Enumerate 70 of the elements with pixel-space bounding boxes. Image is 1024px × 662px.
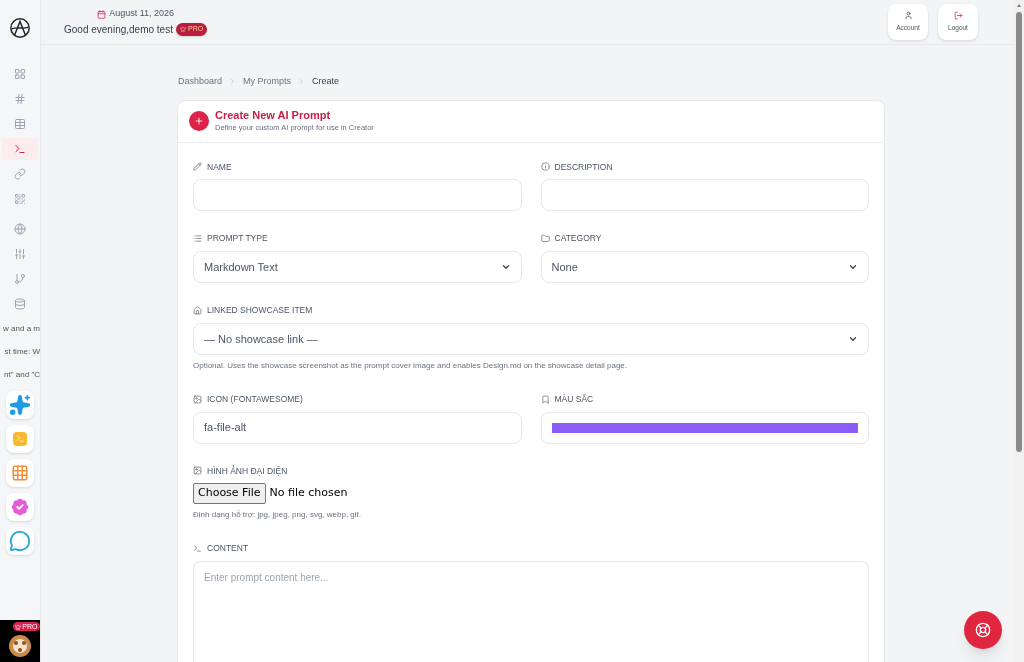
- pencil-icon: [193, 162, 202, 172]
- sidebar-text: nt" and "C: [4, 368, 40, 381]
- sidebar-text: w and a m: [3, 322, 40, 335]
- sliders-icon: [14, 248, 26, 260]
- select-field[interactable]: — No showcase link —: [193, 322, 869, 355]
- color-field[interactable]: [540, 411, 869, 444]
- logo-icon[interactable]: [9, 17, 31, 39]
- app-shortcut[interactable]: [6, 492, 34, 521]
- calendar-icon: [97, 9, 107, 19]
- field-label: PROMPT TYPE: [207, 232, 268, 245]
- image-icon: [193, 466, 202, 476]
- lifebuoy-icon: [975, 622, 991, 638]
- chevron-icon: [298, 78, 306, 86]
- globe-icon: [14, 223, 26, 235]
- greeting-text: Good evening,demo test: [64, 22, 173, 37]
- field-label: DESCRIPTION: [554, 160, 613, 174]
- terminal-icon: [13, 431, 27, 446]
- hash-icon: [14, 92, 26, 105]
- help-button[interactable]: [964, 611, 1002, 649]
- text-field[interactable]: fa-file-alt: [193, 411, 522, 444]
- app-shortcut[interactable]: [6, 458, 34, 487]
- sparkles-icon: [9, 393, 31, 416]
- terminal-icon: [14, 142, 26, 155]
- list-icon: [193, 234, 202, 244]
- select-field[interactable]: None: [540, 251, 869, 283]
- breadcrumb-item[interactable]: Dashboard: [178, 75, 223, 89]
- chevron-icon: [229, 78, 237, 86]
- chevron-down-icon: [848, 262, 858, 272]
- field-label: LINKED SHOWCASE ITEM: [207, 304, 313, 317]
- date-text: August 11, 2026: [109, 7, 174, 21]
- plus-icon: [189, 111, 209, 131]
- app-shortcut[interactable]: [6, 390, 34, 419]
- database-icon: [14, 298, 26, 310]
- table-icon: [14, 117, 26, 130]
- field-label: NAME: [207, 160, 232, 174]
- home-icon: [193, 305, 202, 315]
- chevron-down-icon: [500, 262, 511, 272]
- logout-icon: [953, 11, 963, 21]
- field-label: HÌNH ẢNH ĐẠI DIỆN: [207, 464, 288, 478]
- breadcrumb-item: Create: [312, 75, 340, 88]
- qr-code-icon: [14, 192, 26, 205]
- field-label: MÀU SẮC: [554, 392, 594, 406]
- grid-icon: [14, 67, 26, 80]
- text-field[interactable]: [540, 179, 869, 212]
- field-label: CATEGORY: [554, 232, 602, 245]
- branch-icon: [14, 273, 26, 285]
- select-field[interactable]: Markdown Text: [193, 251, 522, 283]
- grid-icon: [11, 463, 29, 482]
- link-icon: [14, 167, 26, 180]
- field-label: ICON (FONTAWESOME): [207, 392, 303, 406]
- sidebar-text: st time: W: [4, 345, 40, 358]
- terminal-icon: [193, 543, 202, 553]
- chat-icon: [9, 529, 31, 552]
- app-shortcut[interactable]: [6, 424, 34, 453]
- help-text: Định dạng hỗ trợ: jpg, jpeg, png, svg, webp, gif.: [193, 508, 362, 521]
- text-field[interactable]: [193, 179, 522, 212]
- help-text: Optional. Uses the showcase screenshot as the prompt cover image and enables Design.md on the showcase detail page.: [193, 359, 629, 372]
- sidebar-item[interactable]: [2, 137, 38, 160]
- bookmark-icon: [540, 394, 550, 404]
- file-status: No file chosen: [269, 485, 348, 502]
- choose-file-button[interactable]: Choose File: [193, 483, 266, 504]
- image-icon: [193, 394, 202, 404]
- form-title: Create New AI Prompt: [215, 108, 332, 122]
- badge-check-icon: [9, 495, 31, 518]
- app-shortcut[interactable]: [6, 526, 34, 555]
- info-icon: [540, 162, 550, 172]
- folder-icon: [540, 234, 550, 244]
- field-label: CONTENT: [207, 541, 249, 555]
- user-icon: [903, 11, 913, 21]
- breadcrumb-item[interactable]: My Prompts: [243, 75, 292, 89]
